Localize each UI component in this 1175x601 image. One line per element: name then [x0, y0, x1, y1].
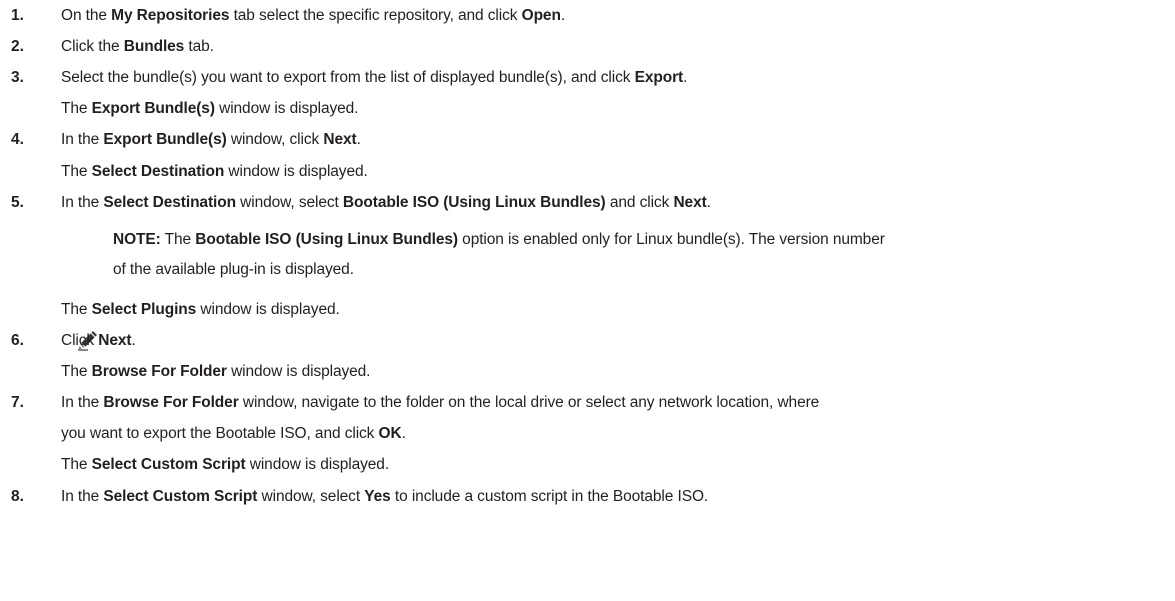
text-run: Click: [61, 332, 99, 349]
step-text-line: On the My Repositories tab select the sp…: [61, 6, 565, 26]
step-text-line: The Export Bundle(s) window is displayed…: [61, 99, 359, 119]
text-run: The: [160, 231, 196, 248]
ui-term: Next: [673, 194, 707, 211]
ui-term: Select Plugins: [91, 301, 197, 318]
instruction-document: 1. On the My Repositories tab select the …: [0, 0, 1175, 601]
step-text-line: you want to export the Bootable ISO, and…: [61, 424, 406, 444]
step-number: 4.: [11, 131, 24, 148]
step-text-line: In the Browse For Folder window, navigat…: [61, 393, 819, 413]
text-run: and click: [605, 194, 674, 211]
step-number: 2.: [11, 38, 24, 55]
ui-term: Select Destination: [103, 194, 236, 211]
step-text-line: The Select Destination window is display…: [61, 162, 368, 182]
text-run: The: [61, 163, 92, 180]
text-run: window is displayed.: [226, 363, 371, 380]
step-text-line: Click Next.: [61, 331, 136, 351]
text-run: window, click: [226, 131, 324, 148]
step-text-line: Click the Bundles tab.: [61, 37, 214, 57]
text-run: option is enabled only for Linux bundle(…: [457, 231, 885, 248]
step-number: 6.: [11, 332, 24, 349]
text-run: .: [560, 7, 566, 24]
ui-term: Export Bundle(s): [103, 131, 227, 148]
ui-term: Select Destination: [91, 163, 225, 180]
text-run: .: [356, 131, 361, 148]
text-run: window is displayed.: [214, 100, 359, 117]
text-run: you want to export the Bootable ISO, and…: [61, 425, 379, 442]
step-number: 8.: [11, 488, 24, 505]
ui-term: Export Bundle(s): [91, 100, 215, 117]
step-text-line: The Select Plugins window is displayed.: [61, 300, 340, 320]
text-run: In the: [61, 394, 104, 411]
ui-term: Bundles: [123, 38, 185, 55]
text-run: In the: [61, 194, 104, 211]
ui-term: Browse For Folder: [103, 394, 239, 411]
text-run: .: [401, 425, 406, 442]
text-run: The: [61, 363, 92, 380]
step-number: 3.: [11, 69, 24, 86]
text-run: In the: [61, 131, 104, 148]
text-run: window, navigate to the folder on the lo…: [238, 394, 820, 411]
text-run: .: [683, 69, 688, 86]
ui-term: Select Custom Script: [103, 488, 258, 505]
text-run: The: [61, 100, 92, 117]
ui-term: Browse For Folder: [91, 363, 227, 380]
text-run: .: [706, 194, 711, 211]
ui-term: Bootable ISO (Using Linux Bundles): [342, 194, 606, 211]
text-run: Click the: [61, 38, 124, 55]
text-run: In the: [61, 488, 104, 505]
ui-term: Yes: [364, 488, 391, 505]
ui-term: Next: [98, 332, 132, 349]
text-run: .: [131, 332, 136, 349]
text-run: Select the bundle(s) you want to export …: [61, 69, 635, 86]
ui-term: NOTE:: [113, 231, 161, 248]
text-run: tab.: [184, 38, 214, 55]
ui-term: Next: [323, 131, 357, 148]
step-text-line: The Select Custom Script window is displ…: [61, 455, 389, 475]
note-text-line: of the available plug-in is displayed.: [113, 260, 354, 280]
note-text-line: NOTE: The Bootable ISO (Using Linux Bund…: [113, 230, 885, 250]
step-text-line: The Browse For Folder window is displaye…: [61, 362, 370, 382]
ui-term: OK: [378, 425, 402, 442]
step-number: 7.: [11, 394, 24, 411]
text-run: The: [61, 301, 92, 318]
step-number: 5.: [11, 194, 24, 211]
text-run: window is displayed.: [245, 456, 390, 473]
ui-term: Open: [521, 7, 561, 24]
text-run: On the: [61, 7, 112, 24]
text-run: window, select: [235, 194, 343, 211]
text-run: window is displayed.: [224, 163, 368, 180]
step-number: 1.: [11, 7, 24, 24]
text-run: window, select: [257, 488, 365, 505]
step-text-line: In the Select Destination window, select…: [61, 193, 711, 213]
text-run: The: [61, 456, 92, 473]
step-text-line: In the Export Bundle(s) window, click Ne…: [61, 130, 361, 150]
step-text-line: In the Select Custom Script window, sele…: [61, 487, 708, 507]
text-run: window is displayed.: [196, 301, 340, 318]
text-run: of the available plug-in is displayed.: [113, 261, 354, 278]
step-text-line: Select the bundle(s) you want to export …: [61, 68, 687, 88]
ui-term: Export: [634, 69, 684, 86]
ui-term: My Repositories: [111, 7, 230, 24]
text-run: to include a custom script in the Bootab…: [390, 488, 709, 505]
ui-term: Bootable ISO (Using Linux Bundles): [195, 231, 458, 248]
text-run: tab select the specific repository, and …: [229, 7, 522, 24]
ui-term: Select Custom Script: [91, 456, 246, 473]
